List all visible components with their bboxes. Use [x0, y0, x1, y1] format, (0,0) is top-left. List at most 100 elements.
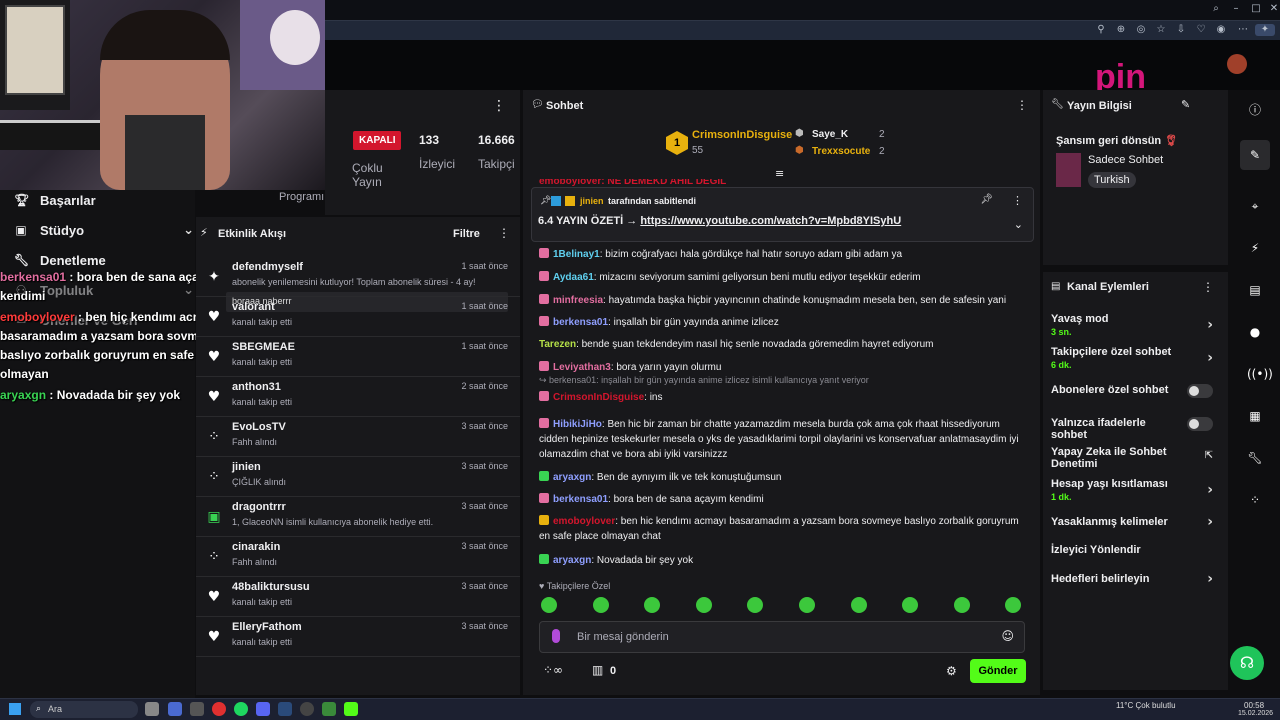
activity-row[interactable]: ▣ dragontrrr 1, GlaceoNN isimli kullanıcıy… — [196, 497, 520, 537]
channel-action-item[interactable]: Yasaklanmış kelimeler › — [1051, 514, 1221, 530]
activity-user[interactable]: SBEGMEAE — [232, 341, 295, 353]
unpin-icon[interactable]: 📌︎ — [980, 194, 993, 205]
emote-icon[interactable] — [1005, 597, 1022, 613]
chat-message[interactable]: berkensa01: bora ben de sana açayım kend… — [539, 492, 1029, 507]
activity-user[interactable]: valorant — [232, 301, 275, 313]
app-icon[interactable] — [322, 702, 336, 716]
activity-row[interactable]: ♥ anthon31 kanalı takip etti 2 saat önce — [196, 377, 520, 417]
activity-row[interactable]: ♥ ElleryFathom kanalı takip etti 3 saat önc… — [196, 617, 520, 657]
multi-stream-label[interactable]: Çoklu Yayın — [352, 161, 402, 189]
emote-icon[interactable] — [644, 597, 661, 613]
pinned-message[interactable]: 📌︎ jinien tarafından sabitlendi 📌︎ ⋮ 6.4… — [531, 187, 1034, 242]
app-icon[interactable] — [145, 702, 159, 716]
channel-action-item[interactable]: Hedefleri belirleyin › — [1051, 571, 1221, 587]
activity-row[interactable]: ⁘ jinien ÇIĞLIK alındı 3 saat önce — [196, 457, 520, 497]
chat-username[interactable]: aryaxgn — [553, 472, 591, 483]
toggle-switch[interactable] — [1187, 384, 1213, 398]
emote-icon[interactable] — [592, 597, 609, 613]
activity-user[interactable]: ElleryFathom — [232, 621, 302, 633]
steam-icon[interactable] — [278, 702, 292, 716]
profile-icon[interactable]: ◉ — [1215, 24, 1227, 36]
extension-icon[interactable]: ⇩ — [1175, 24, 1187, 36]
channel-action-item[interactable]: Yavaş mod 3 sn. › — [1051, 313, 1221, 337]
emote-icon[interactable] — [953, 597, 970, 613]
chat-username[interactable]: CrimsonInDisguise — [553, 392, 644, 403]
bolt-icon[interactable]: ⚡︎ — [1247, 240, 1263, 256]
chat-message[interactable]: 1Belinay1: bizim coğrafyacı hala gördükç… — [539, 247, 1029, 262]
discord-icon[interactable] — [256, 702, 270, 716]
search-icon[interactable]: ⌕ — [1210, 3, 1222, 15]
extension-icon[interactable]: ⊕ — [1115, 24, 1127, 36]
avatar[interactable] — [1227, 54, 1247, 74]
chat-message[interactable]: aryaxgn: Novadada bir şey yok — [539, 553, 1029, 568]
chat-username[interactable]: Leviyathan3 — [553, 362, 611, 373]
chat-username[interactable]: aryaxgn — [553, 555, 591, 566]
chat-username[interactable]: 1Belinay1 — [553, 249, 600, 260]
activity-row[interactable]: ⁘ cinarakin Fahh alındı 3 saat önce — [196, 537, 520, 577]
app-icon[interactable] — [168, 702, 182, 716]
chat-username[interactable]: minfreesia — [553, 295, 603, 306]
filter-button[interactable]: Filtre — [453, 228, 480, 240]
chat-message[interactable]: HibikiJiHo: Ben hic bir zaman bir chatte… — [539, 417, 1029, 462]
weather-widget[interactable]: 11°C Çok bulutlu — [1116, 702, 1176, 710]
activity-user[interactable]: defendmyself — [232, 261, 303, 273]
leader-second[interactable]: Saye_K — [812, 129, 848, 140]
chat-message[interactable]: aryaxgn: Ben de aynıyım ilk ve tek konuş… — [539, 470, 1029, 485]
activity-user[interactable]: dragontrrr — [232, 501, 286, 513]
wrench-icon[interactable]: 🔧︎ — [1247, 450, 1263, 466]
program-label[interactable]: Programı — [279, 191, 324, 203]
activity-user[interactable]: EvoLosTV — [232, 421, 286, 433]
chat-username[interactable]: berkensa01 — [553, 494, 608, 505]
emote-icon[interactable] — [695, 597, 712, 613]
leader-first[interactable]: CrimsonInDisguise — [692, 129, 792, 141]
taskbar-search[interactable]: ⌕ Ara — [30, 701, 138, 718]
leader-third[interactable]: Trexxsocute — [812, 146, 870, 157]
info-icon[interactable]: ⓘ — [1247, 102, 1263, 118]
activity-user[interactable]: 48baliktursusu — [232, 581, 310, 593]
minimize-icon[interactable]: – — [1230, 3, 1242, 15]
windows-icon[interactable] — [9, 703, 21, 715]
more-icon[interactable]: ⋮ — [1012, 194, 1023, 207]
emoji-icon[interactable]: ☺ — [1001, 629, 1014, 643]
extension-icon[interactable]: ⚲ — [1095, 24, 1107, 36]
activity-row[interactable]: ♥ valorant kanalı takip etti 1 saat önce — [196, 297, 520, 337]
chat-input[interactable]: Bir mesaj gönderin ☺ — [539, 621, 1025, 653]
channel-action-item[interactable]: Abonelere özel sohbet — [1051, 384, 1221, 398]
chat-username[interactable]: emoboylover — [553, 516, 615, 527]
app-icon[interactable] — [190, 702, 204, 716]
obs-icon[interactable] — [300, 702, 314, 716]
store-icon[interactable]: ▥ — [592, 663, 603, 677]
chat-username[interactable]: berkensa01 — [553, 317, 608, 328]
edit-icon[interactable]: ✎ — [1181, 98, 1190, 111]
close-icon[interactable]: ✕ — [1268, 3, 1280, 15]
extension-icon[interactable]: ♡ — [1195, 24, 1207, 36]
pinned-link[interactable]: https://www.youtube.com/watch?v=Mpbd8YIS… — [640, 215, 901, 227]
spotify-icon[interactable] — [234, 702, 248, 716]
chat-message[interactable]: CrimsonInDisguise: ins — [539, 390, 1029, 405]
target-icon[interactable]: ⌖ — [1247, 198, 1263, 214]
chat-message[interactable]: minfreesia: hayatımda başka hiçbir yayın… — [539, 293, 1029, 308]
extension-icon[interactable]: ◎ — [1135, 24, 1147, 36]
browser-icon[interactable] — [212, 702, 226, 716]
chat-username[interactable]: HibikiJiHo — [553, 419, 602, 430]
emote-icon[interactable] — [747, 597, 764, 613]
microphone-icon[interactable] — [552, 629, 560, 643]
gear-icon[interactable]: ⚙ — [946, 664, 957, 678]
nav-moderation[interactable]: 🔧︎ Denetleme — [14, 250, 106, 270]
more-icon[interactable]: ⋮ — [1016, 98, 1028, 112]
chat-message[interactable]: emoboylover: ben hic kendımı acmayı basa… — [539, 514, 1029, 544]
activity-row[interactable]: ✦ defendmyself abonelik yenilemesini kutlu… — [196, 257, 520, 297]
chat-message[interactable]: Aydaa61: mizacını seviyorum samimi geliy… — [539, 270, 1029, 285]
emote-icon[interactable] — [850, 597, 867, 613]
menu-icon[interactable]: ⋯ — [1237, 24, 1249, 36]
category-name[interactable]: Sadece Sohbet — [1088, 154, 1163, 166]
broadcast-icon[interactable]: ((•)) — [1247, 366, 1273, 382]
activity-user[interactable]: cinarakin — [232, 541, 280, 553]
channel-action-item[interactable]: Yapay Zeka ile Sohbet Denetimi ⇱ — [1051, 446, 1221, 470]
activity-user[interactable]: jinien — [232, 461, 261, 473]
emote-icon[interactable] — [541, 597, 557, 613]
channel-action-item[interactable]: Hesap yaşı kısıtlaması 1 dk. › — [1051, 478, 1221, 502]
more-icon[interactable]: ⋮ — [1202, 280, 1214, 294]
clock-date[interactable]: 15.02.2026 — [1238, 710, 1273, 717]
support-icon[interactable]: ☊ — [1230, 646, 1264, 680]
